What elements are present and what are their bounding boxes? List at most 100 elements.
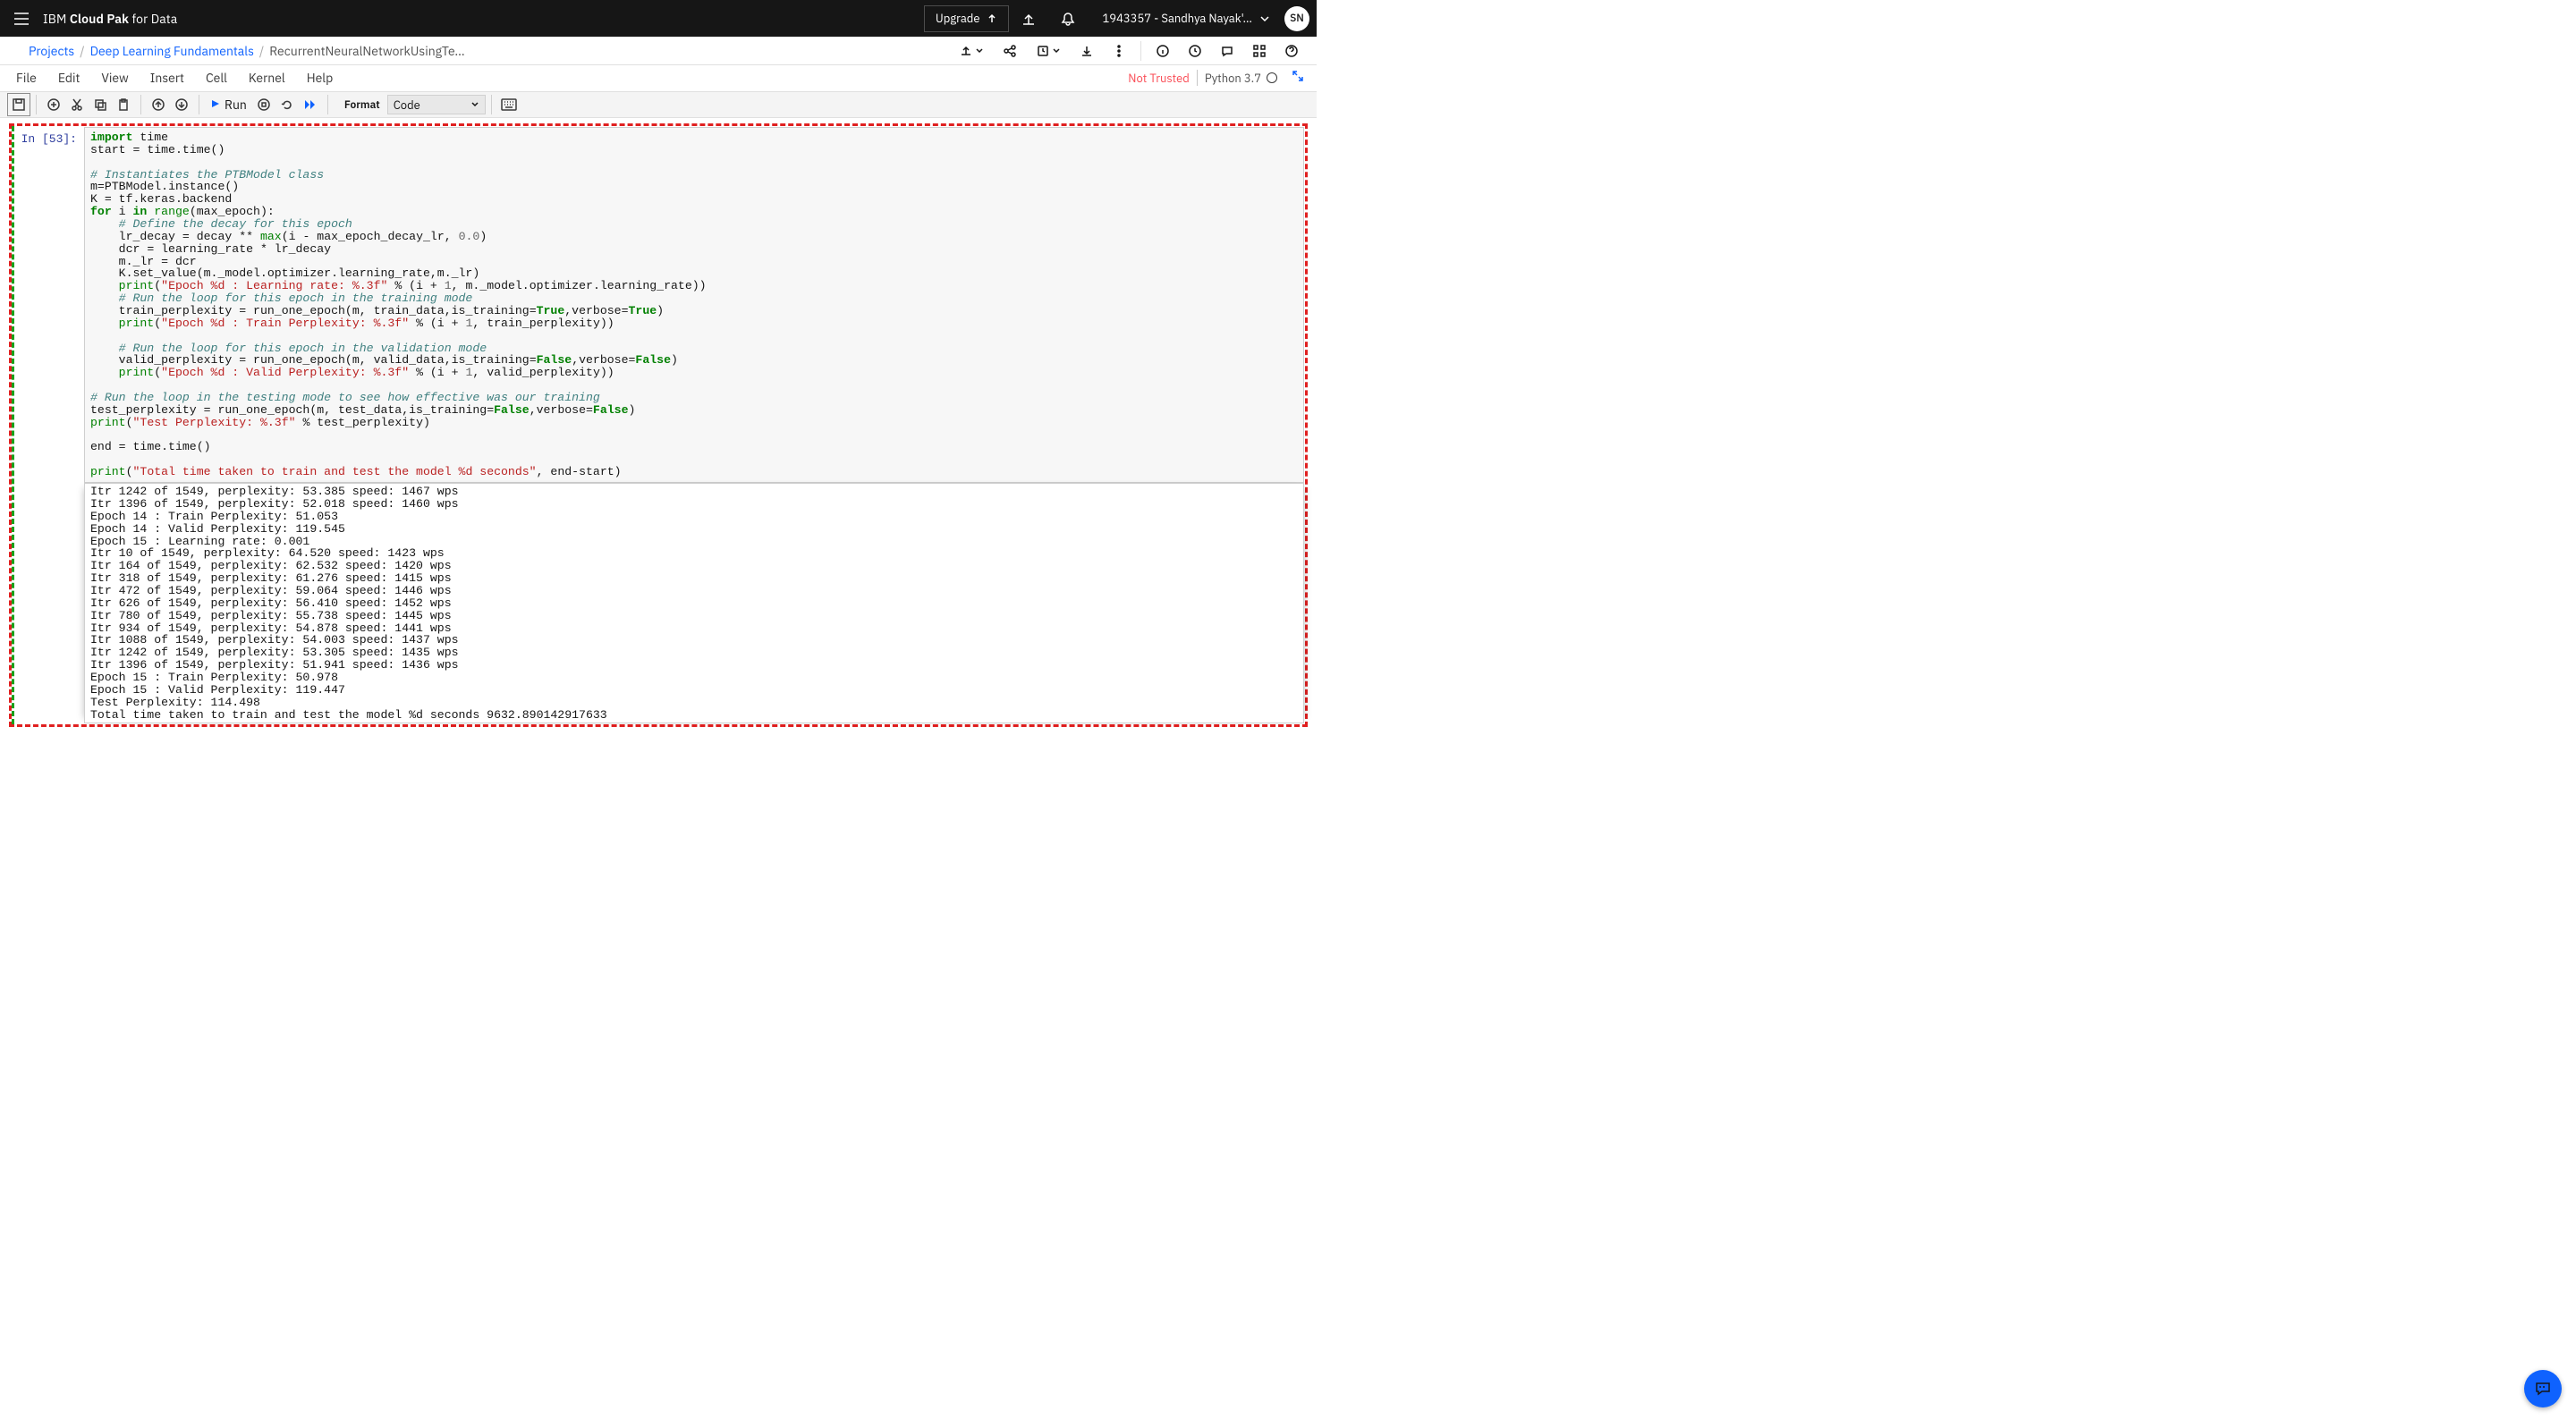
brand-label: IBM Cloud Pak for Data	[43, 11, 177, 27]
restart-run-all-button[interactable]	[299, 93, 322, 116]
avatar-initials: SN	[1290, 12, 1304, 25]
output-prompt	[13, 483, 84, 723]
output-text: Itr 1242 of 1549, perplexity: 53.385 spe…	[84, 483, 1304, 723]
upgrade-button[interactable]: Upgrade	[924, 5, 1010, 32]
chevron-down-icon	[1259, 13, 1270, 24]
breadcrumb-sep: /	[80, 43, 84, 59]
history-button[interactable]	[1179, 37, 1211, 64]
account-label: 1943357 - Sandhya Nayak'…	[1102, 11, 1252, 26]
kernel-status-icon	[1267, 72, 1277, 83]
run-label: Run	[225, 97, 247, 113]
fast-forward-icon	[303, 97, 318, 112]
command-palette-button[interactable]	[497, 93, 521, 116]
notebook-toolbar: Run Format Code	[0, 91, 1317, 118]
upload-icon	[959, 44, 973, 58]
restart-button[interactable]	[275, 93, 299, 116]
chevron-down-icon	[1052, 46, 1061, 55]
cut-button[interactable]	[65, 93, 89, 116]
overflow-icon	[1112, 44, 1126, 58]
bell-icon	[1060, 11, 1076, 27]
notebook-area: In [53]: import time start = time.time()…	[0, 123, 1317, 727]
download-icon	[1080, 44, 1094, 58]
chat-icon	[2534, 1380, 2552, 1398]
menu-cell[interactable]: Cell	[195, 66, 238, 89]
job-icon	[1036, 44, 1050, 58]
chevron-down-icon	[975, 46, 984, 55]
menu-hamburger-button[interactable]	[0, 0, 43, 37]
breadcrumb-course[interactable]: Deep Learning Fundamentals	[90, 43, 254, 59]
cell-type-select[interactable]: Code	[387, 95, 486, 114]
menu-file[interactable]: File	[5, 66, 47, 89]
code-input-area[interactable]: import time start = time.time() # Instan…	[84, 127, 1304, 483]
cli-button[interactable]	[1009, 0, 1048, 37]
breadcrumb-projects[interactable]: Projects	[29, 43, 74, 59]
paste-button[interactable]	[112, 93, 135, 116]
play-icon	[210, 97, 221, 113]
menu-kernel[interactable]: Kernel	[238, 66, 296, 89]
code-text: import time start = time.time() # Instan…	[90, 131, 1298, 478]
terminal-icon	[1021, 11, 1037, 27]
keyboard-icon	[501, 98, 517, 111]
paste-icon	[116, 97, 131, 112]
interrupt-button[interactable]	[252, 93, 275, 116]
kernel-name: Python 3.7	[1205, 71, 1261, 86]
move-down-button[interactable]	[170, 93, 193, 116]
cut-icon	[70, 97, 84, 112]
page-actions	[949, 37, 1308, 64]
info-icon	[1156, 44, 1170, 58]
arrow-down-icon	[174, 97, 189, 112]
help-icon	[1284, 44, 1299, 58]
menu-edit[interactable]: Edit	[47, 66, 91, 89]
copy-button[interactable]	[89, 93, 112, 116]
run-button[interactable]: Run	[205, 93, 252, 116]
input-prompt: In [53]:	[13, 127, 84, 483]
copy-icon	[93, 97, 107, 112]
move-up-button[interactable]	[147, 93, 170, 116]
jobs-button[interactable]	[1026, 37, 1071, 64]
plus-icon	[47, 97, 61, 112]
history-icon	[1188, 44, 1202, 58]
restart-icon	[280, 97, 294, 112]
help-button[interactable]	[1275, 37, 1308, 64]
cell-output: Itr 1242 of 1549, perplexity: 53.385 spe…	[13, 483, 1304, 723]
breadcrumb-current: RecurrentNeuralNetworkUsingTe…	[269, 43, 464, 59]
menu-insert[interactable]: Insert	[140, 66, 195, 89]
stop-icon	[257, 97, 271, 112]
assets-button[interactable]	[1243, 37, 1275, 64]
comments-button[interactable]	[1211, 37, 1243, 64]
top-app-bar: IBM Cloud Pak for Data Upgrade 1943357 -…	[0, 0, 1317, 37]
context-bar: Projects / Deep Learning Fundamentals / …	[0, 37, 1317, 65]
code-cell[interactable]: In [53]: import time start = time.time()…	[13, 127, 1304, 483]
publish-button[interactable]	[949, 37, 994, 64]
account-switcher[interactable]: 1943357 - Sandhya Nayak'…	[1088, 11, 1279, 26]
more-button[interactable]	[1103, 37, 1135, 64]
upgrade-icon	[987, 13, 997, 24]
avatar[interactable]: SN	[1284, 6, 1309, 31]
chat-fab[interactable]	[2524, 1370, 2562, 1407]
notifications-button[interactable]	[1048, 0, 1088, 37]
share-button[interactable]	[994, 37, 1026, 64]
chevron-down-icon	[470, 100, 479, 109]
insert-cell-button[interactable]	[42, 93, 65, 116]
breadcrumb: Projects / Deep Learning Fundamentals / …	[29, 43, 465, 59]
arrow-up-icon	[151, 97, 165, 112]
save-icon	[12, 97, 26, 112]
download-button[interactable]	[1071, 37, 1103, 64]
highlight-annotation: In [53]: import time start = time.time()…	[9, 123, 1308, 727]
breadcrumb-sep: /	[259, 43, 264, 59]
menu-view[interactable]: View	[90, 66, 139, 89]
info-button[interactable]	[1147, 37, 1179, 64]
cell-type-value: Code	[394, 97, 420, 113]
trust-indicator[interactable]: Not Trusted	[1128, 71, 1197, 86]
share-icon	[1003, 44, 1017, 58]
hamburger-icon	[13, 13, 30, 25]
notebook-menubar: FileEditViewInsertCellKernelHelp Not Tru…	[0, 65, 1317, 91]
save-button[interactable]	[7, 93, 30, 116]
data-icon	[1252, 44, 1267, 58]
kernel-indicator[interactable]: Python 3.7	[1197, 70, 1284, 86]
expand-icon	[1292, 70, 1304, 82]
upgrade-label: Upgrade	[936, 11, 980, 26]
format-label: Format	[334, 98, 387, 112]
expand-button[interactable]	[1284, 70, 1311, 86]
menu-help[interactable]: Help	[296, 66, 344, 89]
